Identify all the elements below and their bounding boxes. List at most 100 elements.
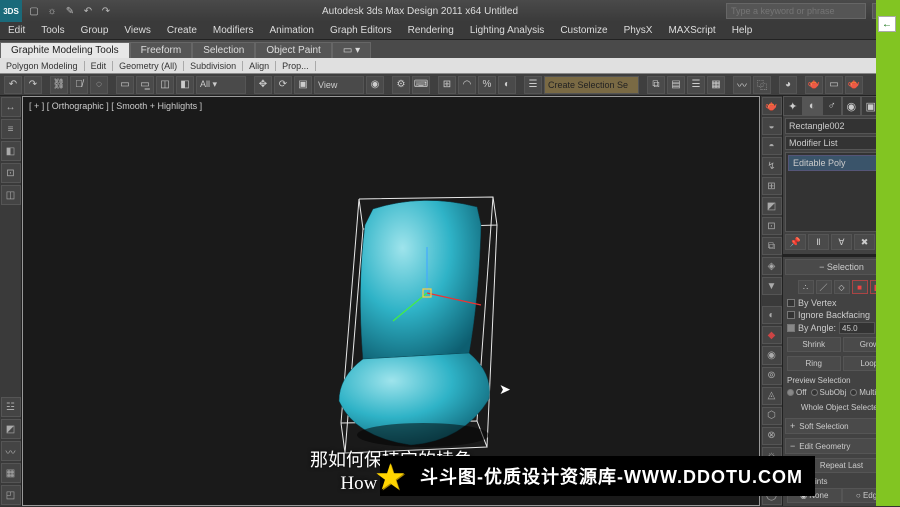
rt-7[interactable]: ⊡	[762, 217, 782, 235]
menu-modifiers[interactable]: Modifiers	[205, 25, 262, 36]
filter-dropdown[interactable]: All ▾	[196, 76, 246, 94]
lt-1[interactable]: ↔	[1, 97, 21, 117]
render-icon[interactable]: 🫖	[845, 76, 863, 94]
shrink-button[interactable]: Shrink	[787, 337, 841, 352]
save-icon[interactable]: ✎	[62, 3, 78, 19]
spinner-snap-icon[interactable]: ◐	[498, 76, 516, 94]
pivot-icon[interactable]: ◉	[366, 76, 384, 94]
menu-create[interactable]: Create	[159, 25, 205, 36]
browser-tab-icon[interactable]: ←	[878, 16, 896, 32]
lt-9[interactable]: ▦	[1, 463, 21, 483]
redo-icon[interactable]: ↷	[98, 3, 114, 19]
rt-12[interactable]: ◆	[762, 326, 782, 344]
angle-spinner[interactable]: 45.0	[839, 322, 875, 334]
rotate-icon[interactable]: ⟳	[274, 76, 292, 94]
menu-physx[interactable]: PhysX	[616, 25, 661, 36]
lt-3[interactable]: ◧	[1, 141, 21, 161]
open-icon[interactable]: ☼	[44, 3, 60, 19]
sub-align[interactable]: Align	[243, 61, 276, 71]
rt-9[interactable]: ◈	[762, 257, 782, 275]
rt-3[interactable]: ◓	[762, 137, 782, 155]
angle-snap-icon[interactable]: ◠	[458, 76, 476, 94]
sub-geometry[interactable]: Geometry (All)	[113, 61, 184, 71]
menu-edit[interactable]: Edit	[0, 25, 33, 36]
border-level-icon[interactable]: ◇	[834, 280, 850, 294]
mirror-icon[interactable]: ⧉	[647, 76, 665, 94]
pct-snap-icon[interactable]: %	[478, 76, 496, 94]
vertex-level-icon[interactable]: ∴	[798, 280, 814, 294]
tab-hierarchy-icon[interactable]: ♂	[822, 96, 842, 116]
viewport[interactable]: [ + ] [ Orthographic ] [ Smooth + Highli…	[22, 96, 760, 506]
select-icon[interactable]: ▭	[116, 76, 134, 94]
scale-icon[interactable]: ▣	[294, 76, 312, 94]
lt-6[interactable]: ☳	[1, 397, 21, 417]
select-name-icon[interactable]: ▭̲	[136, 76, 154, 94]
menu-grapheditors[interactable]: Graph Editors	[322, 25, 400, 36]
render-setup-icon[interactable]: 🫖	[805, 76, 823, 94]
unlink-icon[interactable]: ⛓̸	[70, 76, 88, 94]
manip-icon[interactable]: ⚙	[392, 76, 410, 94]
rt-15[interactable]: ◬	[762, 387, 782, 405]
schematic-icon[interactable]: ⿻	[753, 76, 771, 94]
radio-multi[interactable]: Multi	[850, 388, 876, 397]
tab-objectpaint[interactable]: Object Paint	[255, 42, 331, 58]
curve-editor-icon[interactable]: 〰	[733, 76, 751, 94]
sub-properties[interactable]: Prop...	[276, 61, 316, 71]
menu-help[interactable]: Help	[724, 25, 761, 36]
redo-icon[interactable]: ↷	[24, 76, 42, 94]
radio-off[interactable]: Off	[787, 388, 807, 397]
menu-views[interactable]: Views	[116, 25, 159, 36]
rt-16[interactable]: ⬡	[762, 407, 782, 425]
show-end-icon[interactable]: Ⅱ	[808, 234, 829, 250]
rt-13[interactable]: ◉	[762, 346, 782, 364]
pin-stack-icon[interactable]: 📌	[785, 234, 806, 250]
rt-14[interactable]: ⊚	[762, 367, 782, 385]
manage-layers-icon[interactable]: ▦	[707, 76, 725, 94]
tab-motion-icon[interactable]: ◉	[842, 96, 862, 116]
ring-button[interactable]: Ring	[787, 356, 841, 371]
rt-8[interactable]: ⧉	[762, 237, 782, 255]
link-icon[interactable]: ⛓	[50, 76, 68, 94]
menu-group[interactable]: Group	[73, 25, 117, 36]
window-cross-icon[interactable]: ◧	[176, 76, 194, 94]
lt-5[interactable]: ◫	[1, 185, 21, 205]
menu-maxscript[interactable]: MAXScript	[660, 25, 723, 36]
namesel-icon[interactable]: ☰	[524, 76, 542, 94]
bind-icon[interactable]: ◌	[90, 76, 108, 94]
menu-customize[interactable]: Customize	[552, 25, 615, 36]
undo-icon[interactable]: ↶	[80, 3, 96, 19]
render-frame-icon[interactable]: ▭	[825, 76, 843, 94]
rt-17[interactable]: ⊗	[762, 427, 782, 445]
snap-icon[interactable]: ⊞	[438, 76, 456, 94]
layers-icon[interactable]: ☰	[687, 76, 705, 94]
undo-icon[interactable]: ↶	[4, 76, 22, 94]
tab-graphite[interactable]: Graphite Modeling Tools	[0, 42, 130, 58]
lt-10[interactable]: ◰	[1, 485, 21, 505]
rt-11[interactable]: ◐	[762, 306, 782, 324]
rt-2[interactable]: ◒	[762, 117, 782, 135]
unique-icon[interactable]: ∀	[831, 234, 852, 250]
radio-subobj[interactable]: SubObj	[811, 388, 847, 397]
move-icon[interactable]: ✥	[254, 76, 272, 94]
menu-tools[interactable]: Tools	[33, 25, 72, 36]
region-icon[interactable]: ◫	[156, 76, 174, 94]
new-icon[interactable]: ▢	[26, 3, 42, 19]
tab-selection[interactable]: Selection	[192, 42, 255, 58]
rt-4[interactable]: ↯	[762, 157, 782, 175]
sub-polygon[interactable]: Polygon Modeling	[0, 61, 85, 71]
tab-freeform[interactable]: Freeform	[130, 42, 193, 58]
selection-set-dropdown[interactable]: Create Selection Se	[544, 76, 639, 94]
app-icon[interactable]: 3DS	[0, 0, 22, 22]
sub-edit[interactable]: Edit	[85, 61, 114, 71]
menu-animation[interactable]: Animation	[261, 25, 321, 36]
poly-level-icon[interactable]: ■	[852, 280, 868, 294]
edge-level-icon[interactable]: ／	[816, 280, 832, 294]
lt-2[interactable]: ≡	[1, 119, 21, 139]
tab-modify-icon[interactable]: ◐	[803, 96, 823, 116]
rt-6[interactable]: ◩	[762, 197, 782, 215]
material-icon[interactable]: ◕	[779, 76, 797, 94]
lt-7[interactable]: ◩	[1, 419, 21, 439]
lt-8[interactable]: 〰	[1, 441, 21, 461]
refcoord-dropdown[interactable]: View	[314, 76, 364, 94]
ribbon-collapse-icon[interactable]: ▭ ▾	[332, 42, 371, 58]
